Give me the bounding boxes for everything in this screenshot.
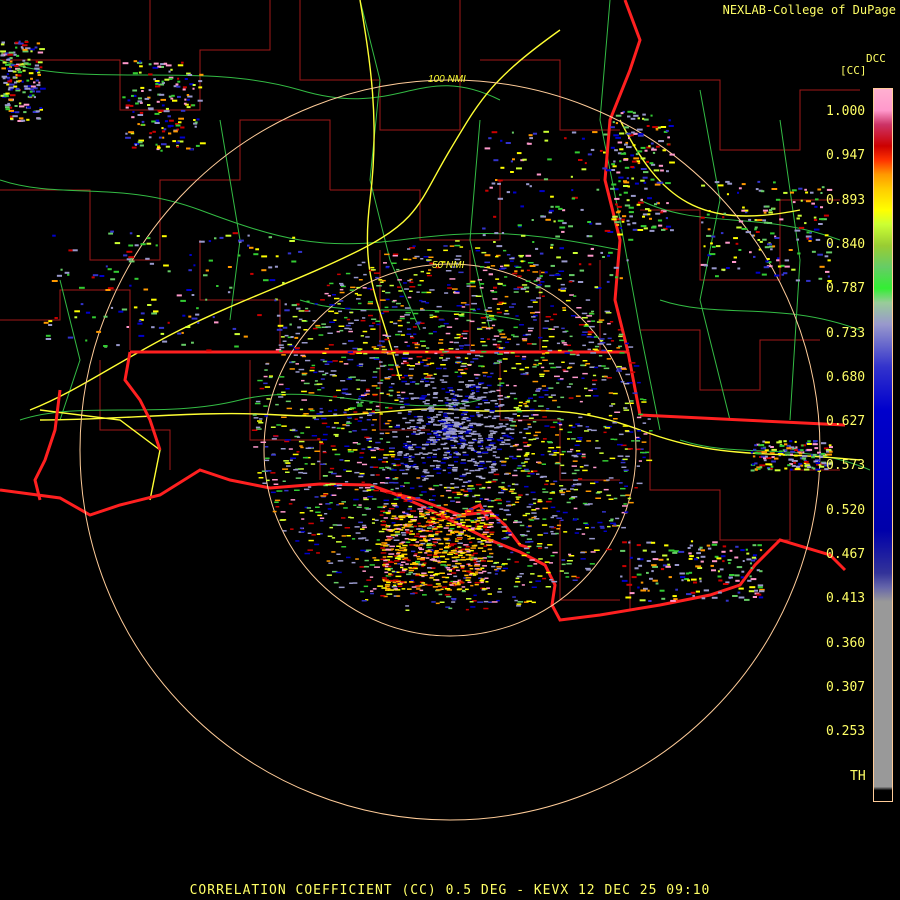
ring-label-100: 100 NMI — [428, 74, 466, 85]
scale-label: 0.947 — [826, 148, 866, 164]
scale-label: 0.893 — [826, 192, 866, 208]
radar-map: 100 NMI 50 NMI — [0, 0, 900, 900]
scale-label: 0.680 — [826, 369, 866, 385]
scale-label: 0.253 — [826, 724, 866, 740]
credit-text: NEXLAB-College of DuPage — [722, 3, 896, 17]
product-caption: CORRELATION COEFFICIENT (CC) 0.5 DEG - K… — [189, 883, 711, 898]
scale-label: 0.360 — [826, 635, 866, 651]
scale-label: 0.627 — [826, 414, 866, 430]
ring-label-50: 50 NMI — [432, 260, 464, 271]
scale-label: 0.573 — [826, 458, 866, 474]
scale-label: 0.840 — [826, 236, 866, 252]
scale-label: 0.787 — [826, 281, 866, 297]
scale-label: 0.733 — [826, 325, 866, 341]
scale-label: 0.467 — [826, 547, 866, 562]
scale-label: 1.000 — [826, 104, 866, 119]
scale-label: TH — [850, 768, 866, 784]
color-scale-bar — [873, 88, 893, 802]
scale-label: 0.520 — [826, 502, 866, 518]
scale-label: 0.307 — [826, 679, 866, 695]
scale-label: 0.413 — [826, 591, 866, 607]
product-code: DCC — [866, 52, 886, 65]
units-label: [CC] — [840, 64, 867, 77]
